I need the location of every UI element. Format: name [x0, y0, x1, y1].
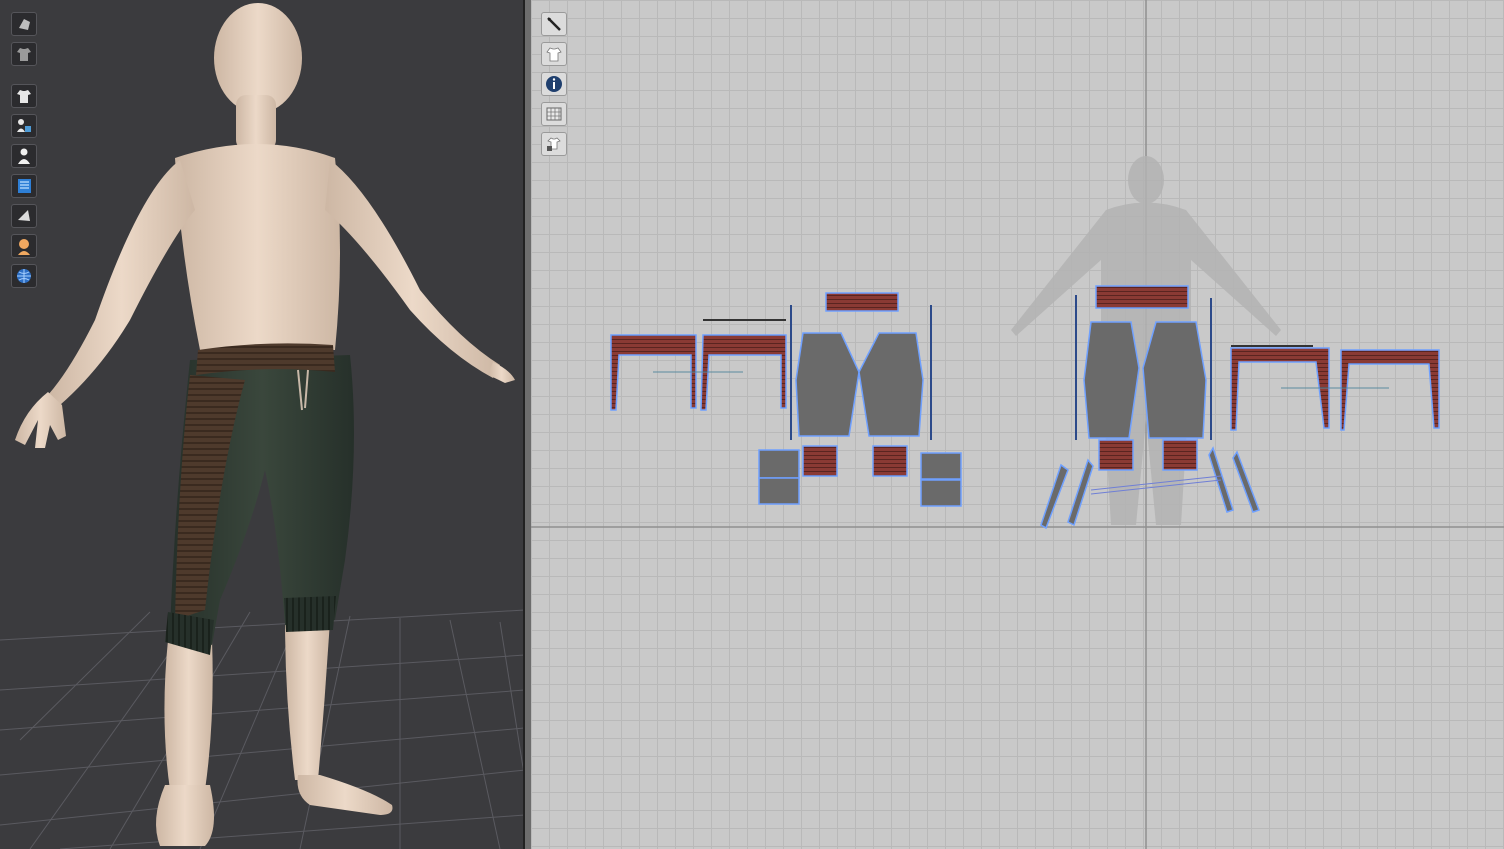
show-garment-2d-button[interactable]: [541, 42, 567, 66]
lock-garment-button[interactable]: [541, 132, 567, 156]
info-icon: [546, 76, 562, 92]
avatar-display-icon: [19, 19, 30, 30]
garment-display-icon: [17, 48, 31, 61]
garment-display-button[interactable]: [11, 42, 37, 66]
avatar-display-button[interactable]: [11, 12, 37, 36]
shorts: [165, 343, 354, 655]
2d-pattern-scene: [531, 0, 1504, 849]
show-avatar-icon: [17, 119, 31, 132]
lock-garment-icon: [547, 137, 561, 151]
avatar-silhouette-button[interactable]: [11, 144, 37, 168]
avatar-silhouette-icon: [18, 148, 30, 164]
show-garment-icon: [17, 90, 31, 103]
2d-toolbar: [541, 12, 567, 156]
3d-toolbar: [11, 12, 37, 288]
show-garment-2d-icon: [546, 47, 562, 62]
pattern-group-back: [610, 292, 962, 507]
skin-display-icon: [18, 239, 30, 255]
grid-texture-button[interactable]: [541, 102, 567, 126]
grid-texture-icon: [546, 107, 562, 121]
environment-globe-icon: [17, 269, 31, 283]
show-avatar-button[interactable]: [11, 114, 37, 138]
texture-display-icon: [18, 179, 31, 193]
2d-pattern-viewport[interactable]: [531, 0, 1504, 849]
environment-globe-button[interactable]: [11, 264, 37, 288]
3d-viewport[interactable]: [0, 0, 525, 849]
info-button[interactable]: [541, 72, 567, 96]
skin-display-button[interactable]: [11, 234, 37, 258]
floor-grid: [0, 609, 523, 849]
render-mode-icon: [18, 210, 30, 221]
texture-display-button[interactable]: [11, 174, 37, 198]
show-garment-button[interactable]: [11, 84, 37, 108]
pattern-group-front: [1040, 285, 1440, 530]
edit-pattern-button[interactable]: [541, 12, 567, 36]
3d-scene: [0, 3, 523, 849]
render-mode-button[interactable]: [11, 204, 37, 228]
edit-pattern-icon: [547, 17, 561, 31]
